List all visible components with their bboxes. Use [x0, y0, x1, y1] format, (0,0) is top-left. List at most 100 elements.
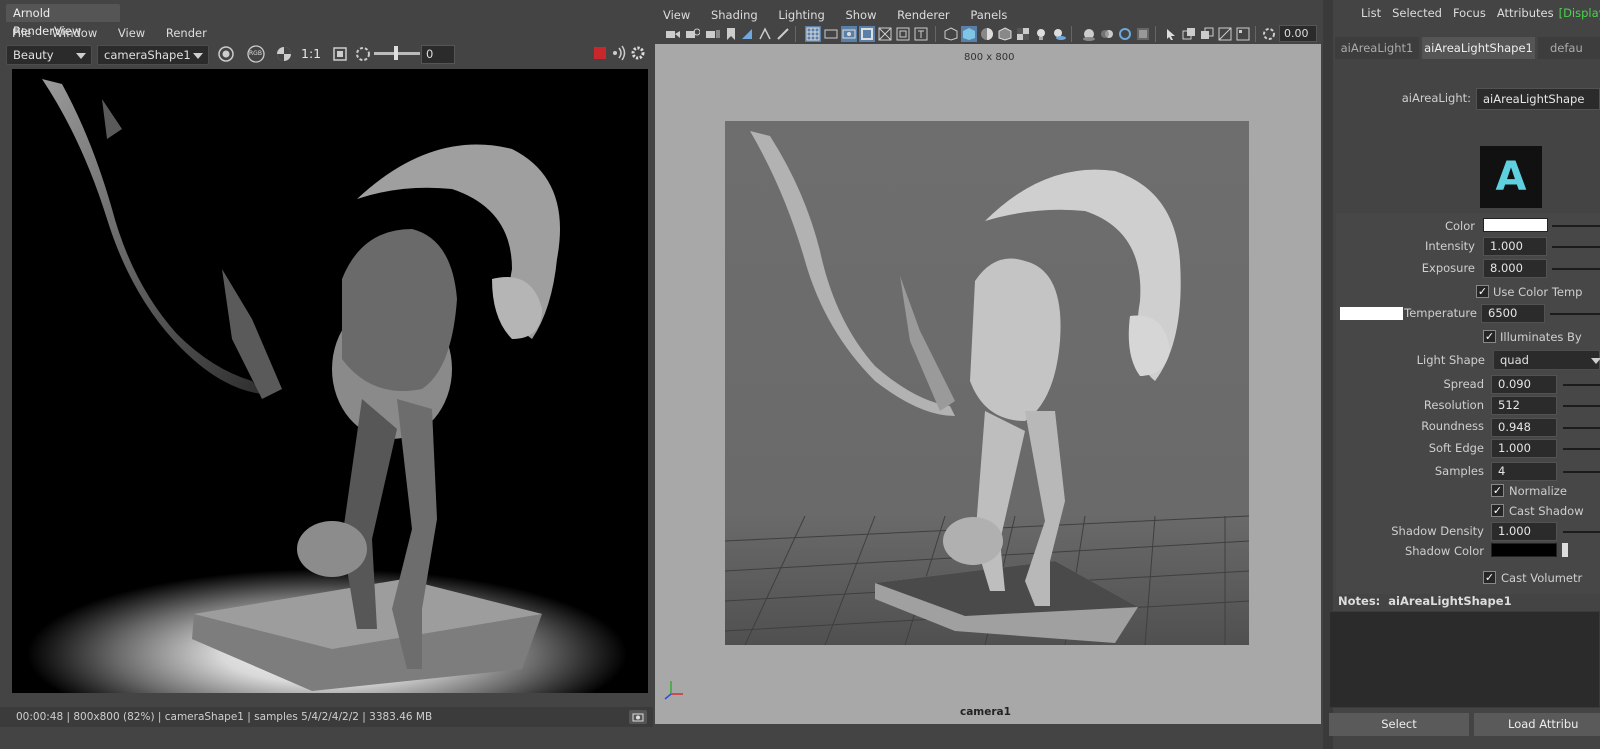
light-shape-select[interactable]: quad: [1493, 350, 1600, 370]
2d-pan-icon[interactable]: [757, 26, 773, 42]
menu-file[interactable]: File: [12, 26, 31, 40]
node-name-field[interactable]: aiAreaLightShape: [1476, 88, 1600, 110]
roundness-field[interactable]: 0.948: [1491, 418, 1557, 437]
lut-icon[interactable]: [274, 44, 294, 64]
resolution-slider[interactable]: [1563, 405, 1600, 407]
shadows-icon[interactable]: [1051, 26, 1067, 42]
xray-icon[interactable]: [1181, 26, 1197, 42]
xray-joints-icon[interactable]: [1199, 26, 1215, 42]
depth-of-field-icon[interactable]: [1135, 26, 1151, 42]
motion-blur-icon[interactable]: [1099, 26, 1115, 42]
safe-title-icon[interactable]: [913, 26, 929, 42]
resolution-gate-icon[interactable]: [841, 26, 857, 42]
menu-window[interactable]: Window: [52, 26, 97, 40]
ae-menu-list[interactable]: List: [1361, 6, 1381, 20]
smooth-shade-icon[interactable]: [961, 26, 977, 42]
stop-render-button[interactable]: [594, 47, 606, 59]
screen-space-ao-icon[interactable]: [1081, 26, 1097, 42]
safe-action-icon[interactable]: [895, 26, 911, 42]
exposure-input[interactable]: 0: [421, 45, 455, 64]
anti-aliasing-icon[interactable]: [1117, 26, 1133, 42]
wireframe-on-shaded-icon[interactable]: [997, 26, 1013, 42]
temperature-field[interactable]: 6500: [1481, 304, 1545, 323]
grid-icon[interactable]: [805, 26, 821, 42]
color-swatch[interactable]: [1483, 218, 1548, 232]
soft-edge-field[interactable]: 1.000: [1491, 439, 1557, 458]
normalize-checkbox[interactable]: ✓: [1491, 484, 1504, 497]
ae-menu-attributes[interactable]: Attributes: [1497, 6, 1554, 20]
menu-view[interactable]: View: [118, 26, 145, 40]
spread-field[interactable]: 0.090: [1491, 375, 1557, 394]
isolate-select-icon[interactable]: [1163, 26, 1179, 42]
ipr-icon[interactable]: [610, 44, 628, 62]
vp-menu-renderer[interactable]: Renderer: [897, 8, 950, 22]
cast-volumetric-shadows-checkbox[interactable]: ✓: [1483, 571, 1496, 584]
ae-menu-display[interactable]: [Display]: [1559, 6, 1600, 20]
image-plane-icon[interactable]: [739, 26, 755, 42]
default-material-icon[interactable]: [979, 26, 995, 42]
exposure-field[interactable]: 8.000: [1483, 259, 1547, 278]
vp-menu-show[interactable]: Show: [845, 8, 876, 22]
vp-menu-panels[interactable]: Panels: [970, 8, 1007, 22]
tab-label: aiAreaLight1: [1340, 41, 1414, 55]
roundness-slider[interactable]: [1563, 427, 1600, 429]
shadow-color-swatch[interactable]: [1491, 543, 1557, 557]
intensity-slider[interactable]: [1552, 246, 1600, 248]
resolution-field[interactable]: 512: [1491, 396, 1557, 415]
camera-icon[interactable]: [665, 26, 681, 42]
exposure-icon[interactable]: [354, 44, 372, 64]
spread-slider[interactable]: [1563, 384, 1600, 386]
ae-menu-focus[interactable]: Focus: [1453, 6, 1486, 20]
grease-pencil-icon[interactable]: [775, 26, 791, 42]
notes-node-name: aiAreaLightShape1: [1388, 594, 1512, 608]
camera-select[interactable]: cameraShape1: [97, 45, 209, 65]
bookmark-icon[interactable]: [723, 26, 739, 42]
shadow-density-slider[interactable]: [1563, 531, 1600, 533]
color-slider[interactable]: [1552, 225, 1600, 227]
intensity-field[interactable]: 1.000: [1483, 237, 1547, 256]
aov-select[interactable]: Beauty: [6, 45, 92, 65]
render-icon[interactable]: [216, 44, 236, 64]
xray-components-icon[interactable]: [1217, 26, 1233, 42]
load-attributes-button[interactable]: Load Attribu: [1474, 713, 1600, 736]
rgb-channels-icon[interactable]: RGB: [245, 44, 267, 64]
vp-menu-lighting[interactable]: Lighting: [778, 8, 824, 22]
textured-icon[interactable]: [1015, 26, 1031, 42]
ratio-button[interactable]: 1:1: [301, 46, 321, 61]
vp-menu-shading[interactable]: Shading: [711, 8, 758, 22]
wireframe-icon[interactable]: [943, 26, 959, 42]
camera-lock-icon[interactable]: [685, 26, 701, 42]
use-color-temp-checkbox[interactable]: ✓: [1476, 285, 1489, 298]
camera-attr-icon[interactable]: [705, 26, 721, 42]
field-chart-icon[interactable]: [877, 26, 893, 42]
exposure-slider[interactable]: [1552, 268, 1600, 270]
shadow-color-map-button[interactable]: [1562, 543, 1568, 557]
film-gate-icon[interactable]: [823, 26, 839, 42]
notes-textarea[interactable]: [1329, 611, 1600, 708]
menu-render[interactable]: Render: [166, 26, 207, 40]
use-all-lights-icon[interactable]: [1033, 26, 1049, 42]
ae-menu-selected[interactable]: Selected: [1392, 6, 1442, 20]
select-button[interactable]: Select: [1329, 713, 1469, 736]
illuminates-by-default-checkbox[interactable]: ✓: [1483, 330, 1496, 343]
viewport-exposure-input[interactable]: 0.00: [1279, 25, 1317, 42]
tab-aiarealight1[interactable]: aiAreaLight1: [1335, 37, 1419, 59]
tab-aiarealightshape1[interactable]: aiAreaLightShape1: [1422, 37, 1535, 59]
soft-edge-slider[interactable]: [1563, 448, 1600, 450]
exposure-icon[interactable]: [1261, 26, 1277, 42]
exposure-slider-handle[interactable]: [394, 46, 398, 60]
gate-mask-icon[interactable]: [859, 26, 875, 42]
tab-default[interactable]: defau: [1538, 37, 1600, 59]
region-crop-icon[interactable]: [330, 44, 350, 64]
hud-icon[interactable]: [1235, 26, 1251, 42]
samples-slider[interactable]: [1563, 471, 1600, 473]
temperature-slider[interactable]: [1550, 313, 1600, 315]
samples-field[interactable]: 4: [1491, 462, 1557, 481]
gear-icon[interactable]: [629, 44, 647, 62]
viewport-canvas[interactable]: 800 x 800 camera1: [655, 44, 1321, 724]
samples-value: 4: [1498, 464, 1506, 478]
snapshot-icon[interactable]: [629, 710, 647, 724]
vp-menu-view[interactable]: View: [663, 8, 690, 22]
shadow-density-field[interactable]: 1.000: [1491, 522, 1557, 541]
cast-shadows-checkbox[interactable]: ✓: [1491, 504, 1504, 517]
